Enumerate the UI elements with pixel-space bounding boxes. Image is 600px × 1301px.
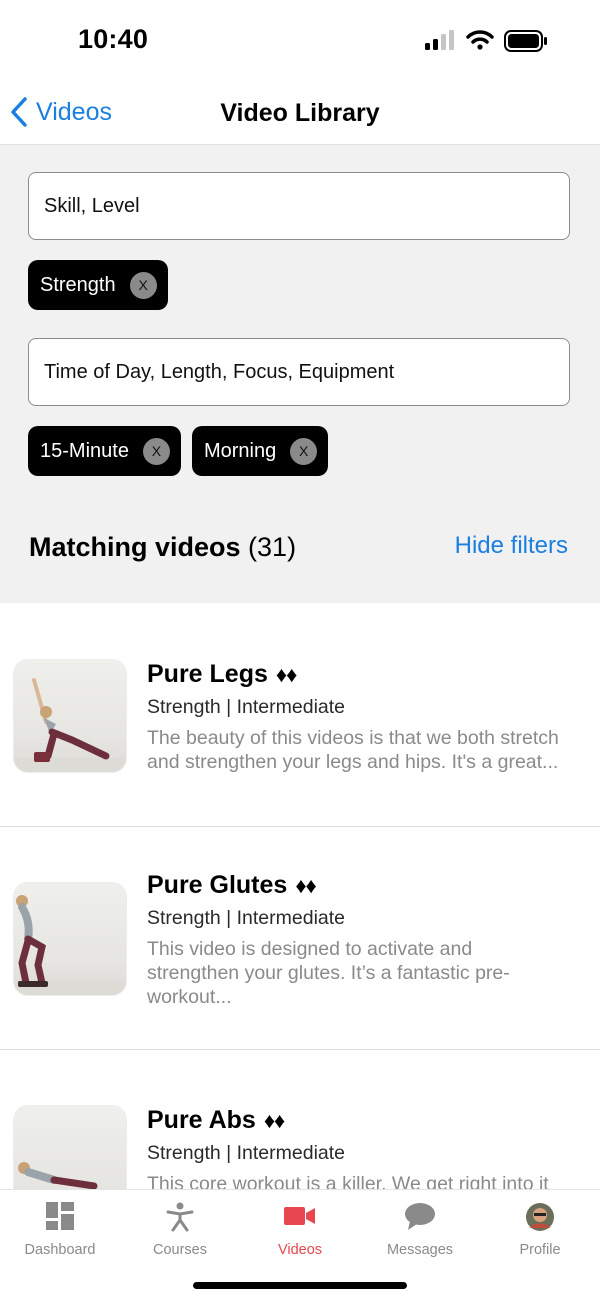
dashboard-icon <box>46 1202 74 1230</box>
chip-label: Strength <box>40 273 116 296</box>
yoga-pose-image <box>32 678 110 762</box>
video-camera-icon <box>284 1207 315 1225</box>
filters-panel: Skill, Level Strength X Time of Day, Len… <box>0 145 600 603</box>
avatar <box>526 1203 554 1231</box>
video-description: This video is designed to activate and s… <box>147 937 587 1009</box>
remove-chip-icon[interactable]: X <box>290 437 318 465</box>
description-line: This video is designed to activate and <box>147 938 473 960</box>
skill-chips-row: Strength X <box>28 260 168 310</box>
description-line: The beauty of this videos is that we bot… <box>147 727 559 749</box>
difficulty-diamonds-icon: ♦♦ <box>275 662 297 687</box>
matching-videos-count: (31) <box>248 532 297 562</box>
tab-label: Dashboard <box>24 1242 96 1258</box>
tab-courses[interactable]: Courses <box>120 1190 240 1270</box>
time-chips-row: 15-Minute X Morning X <box>28 426 329 476</box>
filter-chip-strength[interactable]: Strength X <box>28 260 168 310</box>
yoga-pose-image <box>18 1162 98 1189</box>
difficulty-diamonds-icon: ♦♦ <box>295 873 316 898</box>
video-meta: Strength | Intermediate <box>147 1142 346 1164</box>
tab-messages[interactable]: Messages <box>360 1190 480 1270</box>
video-thumbnail <box>14 1106 126 1189</box>
chip-label: Morning <box>203 439 277 462</box>
video-thumbnail <box>14 660 126 772</box>
battery-icon <box>504 30 547 52</box>
tab-profile[interactable]: Profile <box>480 1190 600 1270</box>
time-length-focus-equipment-filter-field[interactable]: Time of Day, Length, Focus, Equipment <box>28 338 570 406</box>
wifi-icon <box>466 30 494 50</box>
video-title-text: Pure Abs <box>147 1106 256 1134</box>
description-line: This core workout is a killer. We get ri… <box>147 1173 549 1189</box>
tab-label: Courses <box>153 1242 207 1258</box>
page-title: Video Library <box>220 99 380 127</box>
filter-chip-morning[interactable]: Morning X <box>191 426 329 476</box>
filter-chip-15-minute[interactable]: 15-Minute X <box>28 426 181 476</box>
navigation-bar: Videos Video Library <box>0 80 600 145</box>
video-title: Pure Legs ♦♦ <box>147 660 297 689</box>
video-thumbnail <box>14 883 126 995</box>
video-title: Pure Abs ♦♦ <box>147 1106 285 1135</box>
hide-filters-link[interactable]: Hide filters <box>455 532 568 560</box>
matching-videos-label: Matching videos <box>29 532 241 562</box>
tab-label: Videos <box>277 1242 323 1258</box>
video-list-item[interactable]: Pure Abs ♦♦ Strength | Intermediate This … <box>0 1050 600 1189</box>
description-line: workout... <box>147 986 232 1008</box>
video-title-text: Pure Legs <box>147 660 268 688</box>
person-stretch-icon <box>166 1202 194 1232</box>
video-description: The beauty of this videos is that we bot… <box>147 726 587 774</box>
skill-level-filter-field[interactable]: Skill, Level <box>28 172 570 240</box>
remove-chip-icon[interactable]: X <box>129 271 157 299</box>
video-title: Pure Glutes ♦♦ <box>147 871 317 900</box>
chat-bubble-icon <box>405 1203 435 1230</box>
matching-videos-heading: Matching videos (31) <box>29 532 296 563</box>
tab-videos[interactable]: Videos <box>240 1190 360 1270</box>
skill-level-filter-text: Skill, Level <box>44 194 140 217</box>
tab-dashboard[interactable]: Dashboard <box>0 1190 120 1270</box>
video-meta: Strength | Intermediate <box>147 696 346 718</box>
yoga-pose-image <box>16 895 48 987</box>
status-bar: 10:40 <box>0 0 600 80</box>
video-list-item[interactable]: Pure Legs ♦♦ Strength | Intermediate The … <box>0 604 600 826</box>
description-line: and strengthen your legs and hips. It's … <box>147 751 559 773</box>
tab-label: Messages <box>386 1242 454 1258</box>
video-list-item[interactable]: Pure Glutes ♦♦ Strength | Intermediate Th… <box>0 827 600 1049</box>
video-meta: Strength | Intermediate <box>147 907 346 929</box>
home-indicator <box>193 1282 407 1289</box>
difficulty-diamonds-icon: ♦♦ <box>263 1108 285 1133</box>
chip-label: 15-Minute <box>40 439 129 462</box>
video-description: This core workout is a killer. We get ri… <box>147 1172 587 1189</box>
time-filter-text: Time of Day, Length, Focus, Equipment <box>44 360 395 383</box>
tab-label: Profile <box>519 1242 561 1258</box>
remove-chip-icon[interactable]: X <box>142 437 170 465</box>
cellular-signal-icon <box>425 30 454 50</box>
status-time: 10:40 <box>78 24 149 54</box>
description-line: strengthen your glutes. It’s a fantastic… <box>147 962 510 984</box>
video-title-text: Pure Glutes <box>147 871 288 899</box>
